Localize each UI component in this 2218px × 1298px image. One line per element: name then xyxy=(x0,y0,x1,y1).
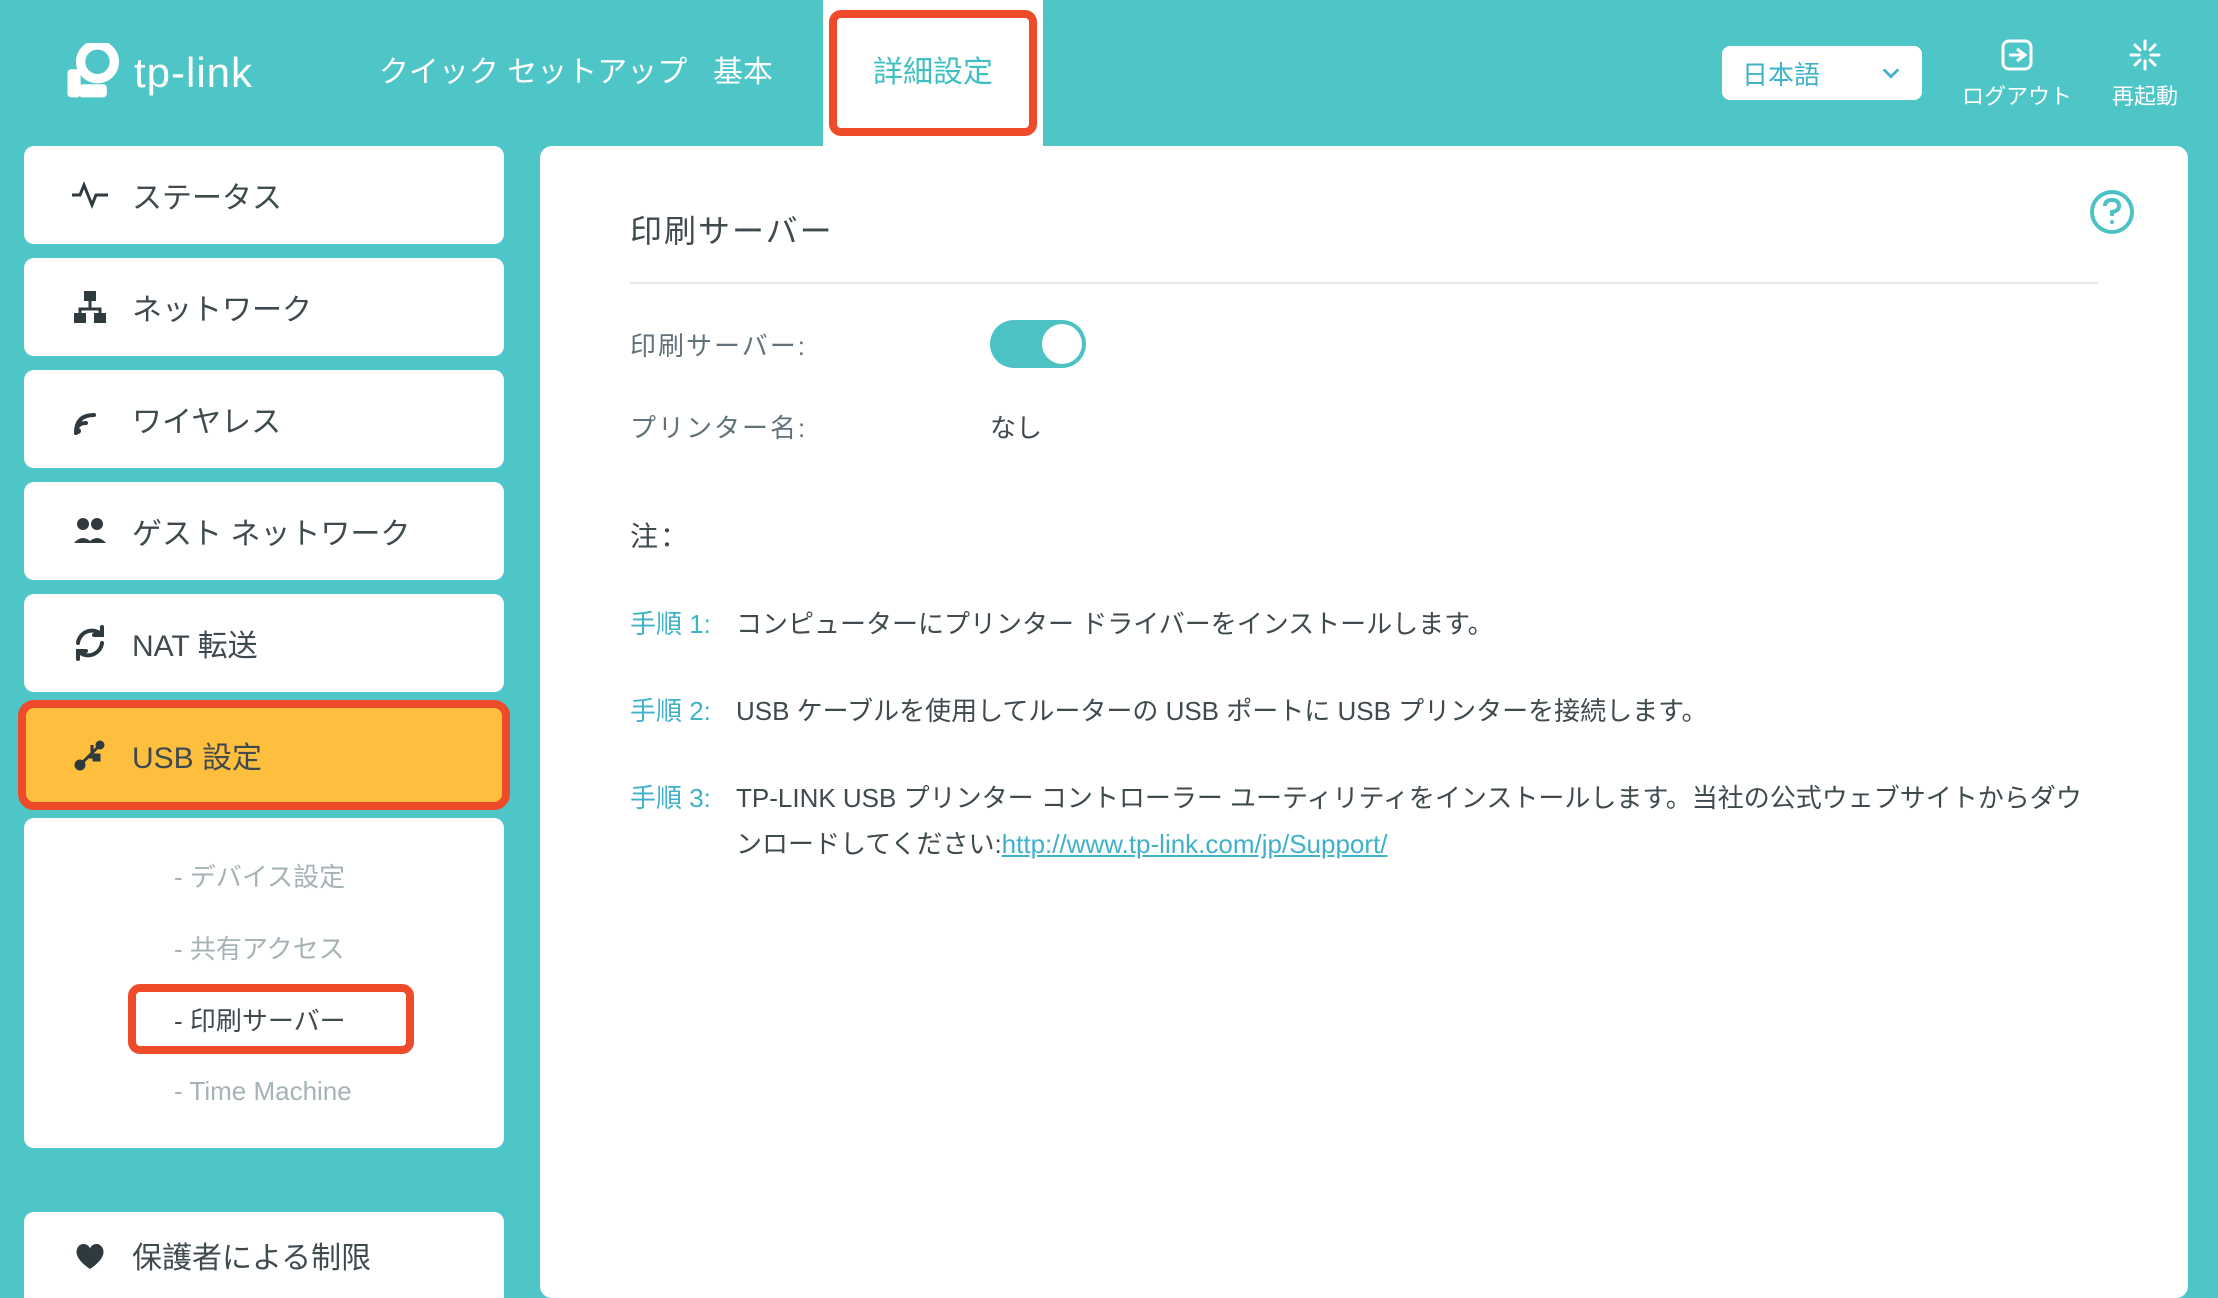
support-link[interactable]: http://www.tp-link.com/jp/Support/ xyxy=(1002,829,1388,859)
tab-basic[interactable]: 基本 xyxy=(663,0,823,146)
reboot-icon xyxy=(2125,35,2165,75)
users-icon xyxy=(70,511,110,551)
sidebar-sub-time-machine[interactable]: - Time Machine xyxy=(24,1058,504,1124)
step-num: 手順 1: xyxy=(630,601,716,648)
sidebar-sub-label: - 共有アクセス xyxy=(174,929,345,966)
sidebar-item-label: ネットワーク xyxy=(132,285,312,329)
sidebar-item-parental-controls[interactable]: 保護者による制限 xyxy=(24,1212,504,1298)
sidebar-item-label: NAT 転送 xyxy=(132,621,258,665)
header-right: 日本語 ログアウト 再起動 xyxy=(1722,35,2178,111)
logout-label: ログアウト xyxy=(1962,79,2072,111)
usb-icon xyxy=(70,735,110,775)
tab-advanced[interactable]: 詳細設定 xyxy=(823,0,1043,146)
logout-button[interactable]: ログアウト xyxy=(1962,35,2072,111)
main-panel: 印刷サーバー 印刷サーバー: プリンター名: なし 注： 手順 1: コンピュー… xyxy=(540,146,2188,1298)
printer-name-value: なし xyxy=(990,408,1042,445)
main-tabs: クイック セットアップ 基本 詳細設定 xyxy=(403,0,1043,146)
step-text: TP-LINK USB プリンター コントローラー ユーティリティをインストール… xyxy=(736,775,2098,869)
note-title: 注： xyxy=(630,515,2098,555)
wifi-icon xyxy=(70,399,110,439)
header: tp-link クイック セットアップ 基本 詳細設定 日本語 ログアウト xyxy=(0,0,2218,146)
step-num: 手順 2: xyxy=(630,688,716,735)
logout-icon xyxy=(1997,35,2037,75)
sidebar-sub-label: - 印刷サーバー xyxy=(174,1001,346,1038)
sidebar-item-label: ゲスト ネットワーク xyxy=(132,509,410,553)
refresh-icon xyxy=(70,623,110,663)
sidebar-sub-print-server[interactable]: - 印刷サーバー xyxy=(24,986,504,1052)
sidebar-sub-label: - Time Machine xyxy=(174,1076,352,1107)
sidebar-sub-shared-access[interactable]: - 共有アクセス xyxy=(24,914,504,980)
tplink-logo-icon xyxy=(60,43,120,103)
sidebar-item-label: ステータス xyxy=(132,173,282,217)
step-text: USB ケーブルを使用してルーターの USB ポートに USB プリンターを接続… xyxy=(736,688,1708,735)
sidebar-item-status[interactable]: ステータス xyxy=(24,146,504,244)
sidebar-item-nat[interactable]: NAT 転送 xyxy=(24,594,504,692)
sidebar-sub-device-settings[interactable]: - デバイス設定 xyxy=(24,842,504,908)
brand-text: tp-link xyxy=(134,49,253,97)
language-select[interactable]: 日本語 xyxy=(1722,46,1922,100)
step3-text-a: TP-LINK USB プリンター コントローラー ユーティリティをインストール… xyxy=(736,783,2082,860)
sidebar-item-label: ワイヤレス xyxy=(132,397,281,441)
sidebar-item-label: USB 設定 xyxy=(132,733,262,777)
print-server-toggle[interactable] xyxy=(990,320,1086,368)
sidebar-item-network[interactable]: ネットワーク xyxy=(24,258,504,356)
sidebar: ステータス ネットワーク ワイヤレス ゲスト ネット xyxy=(24,146,504,1298)
printer-name-label: プリンター名: xyxy=(630,408,990,445)
tab-quick-setup[interactable]: クイック セットアップ xyxy=(403,0,663,146)
step-num: 手順 3: xyxy=(630,775,716,869)
help-icon[interactable] xyxy=(2088,188,2136,236)
heartbeat-icon xyxy=(70,175,110,215)
section-title: 印刷サーバー xyxy=(630,206,2098,284)
language-value: 日本語 xyxy=(1742,55,1820,92)
row-print-server-toggle: 印刷サーバー: xyxy=(630,320,2098,368)
reboot-button[interactable]: 再起動 xyxy=(2112,35,2178,111)
reboot-label: 再起動 xyxy=(2112,79,2178,111)
heart-lock-icon xyxy=(70,1235,110,1275)
layout: ステータス ネットワーク ワイヤレス ゲスト ネット xyxy=(0,146,2218,1298)
step-text: コンピューターにプリンター ドライバーをインストールします。 xyxy=(736,601,1494,648)
print-server-label: 印刷サーバー: xyxy=(630,326,990,363)
sidebar-submenu-usb: - デバイス設定 - 共有アクセス - 印刷サーバー - Time Machin… xyxy=(24,818,504,1148)
sidebar-item-label: 保護者による制限 xyxy=(132,1233,371,1277)
sidebar-item-wireless[interactable]: ワイヤレス xyxy=(24,370,504,468)
step-2: 手順 2: USB ケーブルを使用してルーターの USB ポートに USB プリ… xyxy=(630,688,2098,735)
sidebar-item-guest-network[interactable]: ゲスト ネットワーク xyxy=(24,482,504,580)
sidebar-item-usb[interactable]: USB 設定 xyxy=(24,706,504,804)
sidebar-sub-label: - デバイス設定 xyxy=(174,857,345,894)
row-printer-name: プリンター名: なし xyxy=(630,408,2098,445)
network-icon xyxy=(70,287,110,327)
step-3: 手順 3: TP-LINK USB プリンター コントローラー ユーティリティを… xyxy=(630,775,2098,869)
logo: tp-link xyxy=(60,43,253,103)
step-1: 手順 1: コンピューターにプリンター ドライバーをインストールします。 xyxy=(630,601,2098,648)
chevron-down-icon xyxy=(1880,62,1902,84)
